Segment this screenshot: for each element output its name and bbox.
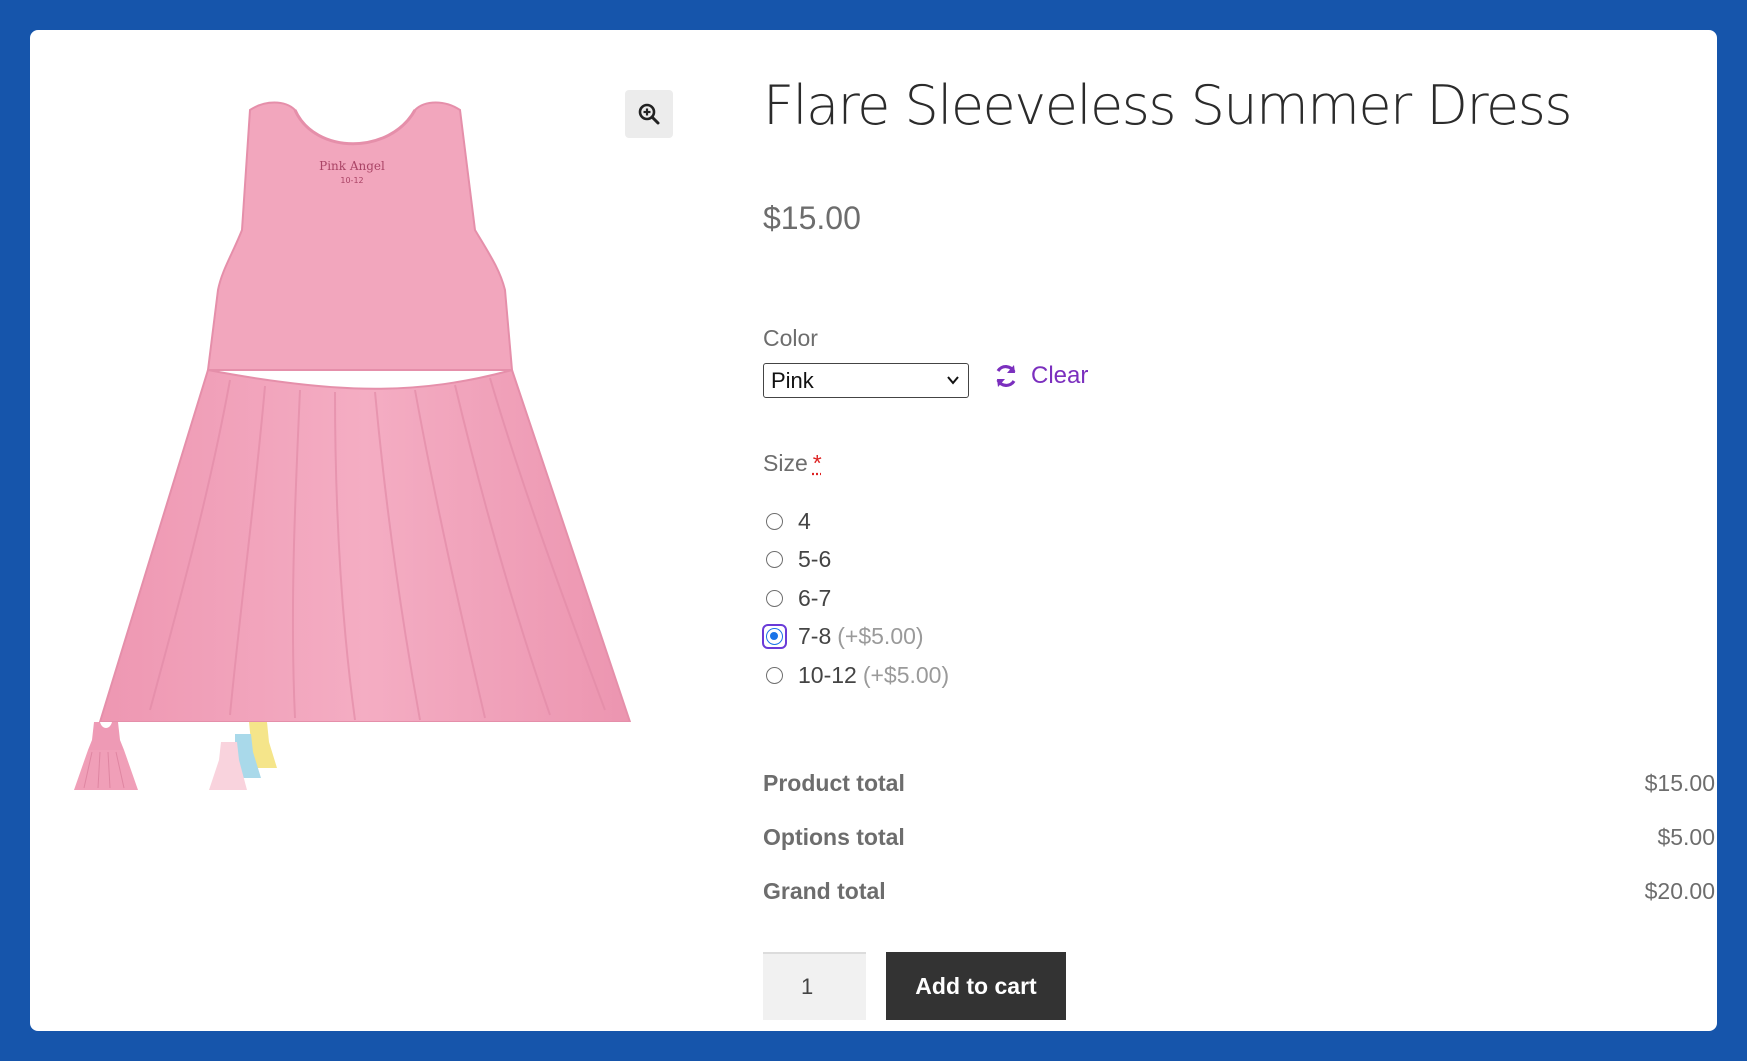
size-radio-4[interactable] [766,512,783,530]
svg-text:10-12: 10-12 [340,176,363,185]
size-option-7-8[interactable]: 7-8 (+$5.00) [762,618,949,657]
color-label: Color [763,325,818,351]
product-main-image[interactable]: Pink Angel 10-12 [90,70,703,722]
options-total-row: Options total $5.00 [763,824,1715,878]
options-total-value: $5.00 [1657,824,1715,850]
product-total-label: Product total [763,770,905,796]
product-card: Pink Angel 10-12 Flare Sleeveless Summer… [30,30,1717,1031]
size-option-label: 5-6 [798,546,832,573]
thumbnail-pink-dress[interactable] [70,720,142,792]
size-option-5-6[interactable]: 5-6 [763,541,949,580]
size-radio-6-7[interactable] [766,589,783,607]
options-total-label: Options total [763,824,905,850]
product-title: Flare Sleeveless Summer Dress [763,74,1573,137]
color-selected-value: Pink [771,368,814,393]
size-radio-7-8[interactable] [766,628,783,646]
size-option-label: 7-8 [798,623,832,650]
product-price: $15.00 [763,200,861,236]
grand-total-value: $20.00 [1644,878,1715,904]
pink-dress-thumbnail [74,722,138,790]
product-total-row: Product total $15.00 [763,770,1715,824]
size-option-label: 6-7 [798,584,832,611]
quantity-input[interactable] [763,952,866,1020]
size-option-extra-price: (+$5.00) [862,661,950,688]
multicolor-dresses-thumbnail [209,722,277,790]
product-total-value: $15.00 [1644,770,1715,796]
color-select[interactable]: Pink [763,363,969,398]
zoom-button[interactable] [625,90,673,138]
grand-total-label: Grand total [763,878,886,904]
size-label: Size * [763,450,822,477]
grand-total-row: Grand total $20.00 [763,878,1715,932]
add-to-cart-button[interactable]: Add to cart [886,952,1066,1020]
chevron-down-icon [947,376,959,385]
size-option-label: 10-12 [798,661,857,688]
size-option-extra-price: (+$5.00) [837,623,924,650]
size-option-4[interactable]: 4 [763,502,949,541]
size-label-text: Size [763,450,808,476]
svg-text:Pink Angel: Pink Angel [319,159,385,173]
refresh-icon [996,365,1016,387]
size-option-6-7[interactable]: 6-7 [763,579,949,618]
thumbnail-multicolor-dresses[interactable] [205,720,277,792]
zoom-in-icon [638,103,660,125]
pink-dress-image: Pink Angel 10-12 [98,101,632,722]
size-option-10-12[interactable]: 10-12 (+$5.00) [763,656,949,695]
clear-link[interactable]: Clear [993,362,1088,390]
size-options: 4 5-6 6-7 7-8 (+$5.00) 10-12 (+$5.00) [762,502,949,695]
clear-label: Clear [1031,362,1089,389]
size-radio-5-6[interactable] [766,551,783,569]
size-radio-10-12[interactable] [766,666,783,684]
totals-table: Product total $15.00 Options total $5.00… [763,770,1715,932]
required-mark: * [812,450,822,476]
size-option-label: 4 [798,507,811,534]
